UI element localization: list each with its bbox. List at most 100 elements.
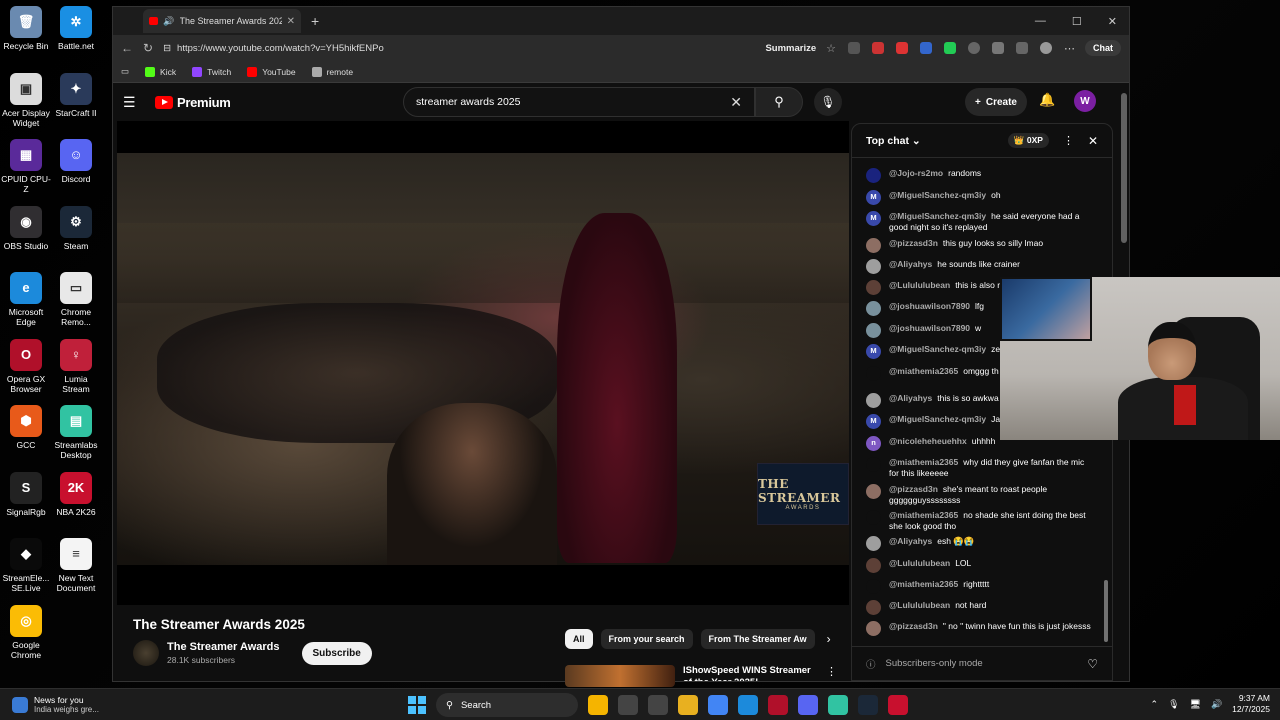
taskbar-app-icon[interactable] <box>738 695 758 715</box>
chat-username[interactable]: @Lulululubean <box>889 600 950 610</box>
desktop-icon[interactable]: 2K NBA 2K26 <box>50 472 102 517</box>
chat-avatar[interactable] <box>866 168 881 183</box>
chat-message[interactable]: @pizzasd3n she's meant to roast people gg… <box>866 484 1092 505</box>
chat-username[interactable]: @MiguelSanchez-qm3iy <box>889 190 986 200</box>
taskbar-app-icon[interactable] <box>708 695 728 715</box>
recommendation-thumbnail[interactable] <box>565 665 675 687</box>
chat-username[interactable]: @Aliyahys <box>889 536 932 546</box>
recommendation-title[interactable]: IShowSpeed WINS Streamer of the Year 202… <box>683 665 818 681</box>
desktop-icon[interactable]: ▭ Chrome Remo... <box>50 272 102 327</box>
top-chat-dropdown[interactable]: Top chat ⌄ <box>866 135 921 147</box>
taskbar-app-icon[interactable] <box>618 695 638 715</box>
desktop-icon[interactable]: e Microsoft Edge <box>0 272 52 327</box>
bookmark-item[interactable]: remote <box>311 66 353 77</box>
desktop-icon[interactable]: 🗑 Recycle Bin <box>0 6 52 51</box>
chat-avatar[interactable]: n <box>866 436 881 451</box>
desktop-icon[interactable]: ◆ StreamEle... SE.Live <box>0 538 52 593</box>
site-info-icon[interactable]: ⊟ <box>163 43 171 54</box>
chat-avatar[interactable] <box>866 280 881 295</box>
filter-chip[interactable]: All <box>565 629 593 649</box>
chat-username[interactable]: @pizzasd3n <box>889 484 938 494</box>
maximize-icon[interactable]: ☐ <box>1072 15 1082 28</box>
create-button[interactable]: + Create <box>965 88 1027 116</box>
chat-avatar[interactable] <box>866 484 881 499</box>
chat-username[interactable]: @MiguelSanchez-qm3iy <box>889 344 986 354</box>
extension-icon[interactable] <box>896 42 908 54</box>
chat-username[interactable]: @miathemia2365 <box>889 366 958 376</box>
bookmarks-sidebar-icon[interactable]: ▭ <box>121 66 129 77</box>
chat-avatar[interactable] <box>866 393 881 408</box>
chat-username[interactable]: @joshuawilson7890 <box>889 301 970 311</box>
refresh-icon[interactable]: ↻ <box>143 41 153 55</box>
more-icon[interactable]: ⋯ <box>1064 42 1075 55</box>
chat-username[interactable]: @pizzasd3n <box>889 238 938 248</box>
chat-message[interactable]: M @MiguelSanchez-qm3iy he said everyone ha… <box>866 211 1092 232</box>
start-icon[interactable] <box>408 696 426 714</box>
mic-tray-icon[interactable]: 🎙 <box>1168 699 1179 710</box>
channel-name[interactable]: The Streamer Awards <box>167 641 280 653</box>
chat-avatar[interactable] <box>866 621 881 636</box>
chat-avatar[interactable] <box>866 366 881 381</box>
desktop-icon[interactable]: ✦ StarCraft II <box>50 73 102 118</box>
chat-avatar[interactable] <box>866 301 881 316</box>
bookmark-item[interactable]: Twitch <box>192 66 231 77</box>
chat-username[interactable]: @nicoleheheuehhx <box>889 436 967 446</box>
chat-message[interactable]: @Aliyahys esh 😭😭 <box>866 536 1092 551</box>
chat-username[interactable]: @MiguelSanchez-qm3iy <box>889 211 986 221</box>
search-input[interactable]: streamer awards 2025 ✕ <box>403 87 755 117</box>
url-field[interactable]: ⊟ https://www.youtube.com/watch?v=YH5hik… <box>163 43 755 54</box>
chat-avatar[interactable] <box>866 558 881 573</box>
desktop-icon[interactable]: ◉ OBS Studio <box>0 206 52 251</box>
profile-icon[interactable] <box>1040 42 1052 54</box>
bookmark-item[interactable]: Kick <box>145 66 176 77</box>
chat-avatar[interactable] <box>866 600 881 615</box>
favorites-icon[interactable] <box>1016 42 1028 54</box>
chat-message[interactable]: @miathemia2365 why did they give fanfan t… <box>866 457 1092 478</box>
chevron-right-icon[interactable]: › <box>827 632 831 646</box>
chevron-up-icon[interactable]: ⌃ <box>1151 699 1159 710</box>
search-button[interactable]: ⚲ <box>755 87 803 117</box>
youtube-logo[interactable]: Premium <box>155 95 231 110</box>
bookmark-item[interactable]: YouTube <box>247 66 296 77</box>
filter-chip[interactable]: From your search <box>600 629 693 649</box>
taskbar-app-icon[interactable] <box>768 695 788 715</box>
desktop-icon[interactable]: ◎ Google Chrome <box>0 605 52 660</box>
desktop-icon[interactable]: ▦ CPUID CPU-Z <box>0 139 52 194</box>
chat-avatar[interactable]: M <box>866 344 881 359</box>
taskbar-app-icon[interactable] <box>678 695 698 715</box>
extension-icon[interactable] <box>872 42 884 54</box>
recommendation-item[interactable]: IShowSpeed WINS Streamer of the Year 202… <box>565 665 837 687</box>
star-icon[interactable]: ☆ <box>826 42 836 55</box>
chat-message[interactable]: @Aliyahys he sounds like crainer <box>866 259 1092 274</box>
taskbar-app-icon[interactable] <box>888 695 908 715</box>
browser-tab[interactable]: 🔊 The Streamer Awards 2025 - Y ✕ <box>143 9 301 33</box>
more-options-icon[interactable]: ⋮ <box>826 665 837 687</box>
notifications-bell-icon[interactable]: 🔔 <box>1039 92 1055 108</box>
volume-icon[interactable]: 🔊 <box>1211 699 1222 710</box>
chat-more-icon[interactable]: ⋮ <box>1063 134 1074 147</box>
back-icon[interactable]: ← <box>121 41 133 55</box>
summarize-button[interactable]: Summarize <box>765 43 816 54</box>
chat-message[interactable]: @Lulululubean not hard <box>866 600 1092 615</box>
chat-avatar[interactable] <box>866 238 881 253</box>
desktop-icon[interactable]: ▤ Streamlabs Desktop <box>50 405 102 460</box>
chat-message[interactable]: @Jojo-rs2mo randoms <box>866 168 1092 183</box>
taskbar-app-icon[interactable] <box>588 695 608 715</box>
extension-icon[interactable] <box>992 42 1004 54</box>
desktop-icon[interactable]: ⬢ GCC <box>0 405 52 450</box>
desktop-icon[interactable]: ☺ Discord <box>50 139 102 184</box>
chat-username[interactable]: @joshuawilson7890 <box>889 323 970 333</box>
filter-chip[interactable]: From The Streamer Aw <box>700 629 815 649</box>
desktop-icon[interactable]: ≡ New Text Document <box>50 538 102 593</box>
chat-avatar[interactable] <box>866 323 881 338</box>
close-tab-icon[interactable]: ✕ <box>287 16 295 27</box>
chat-avatar[interactable]: M <box>866 414 881 429</box>
channel-avatar[interactable] <box>133 640 159 666</box>
gear-icon[interactable] <box>968 42 980 54</box>
chat-message[interactable]: @Lulululubean LOL <box>866 558 1092 573</box>
video-player[interactable]: THE STREAMER AWARDS <box>117 121 849 605</box>
chat-avatar[interactable] <box>866 510 881 525</box>
chat-username[interactable]: @miathemia2365 <box>889 510 958 520</box>
chat-username[interactable]: @Lulululubean <box>889 558 950 568</box>
account-avatar[interactable]: W <box>1074 90 1096 112</box>
